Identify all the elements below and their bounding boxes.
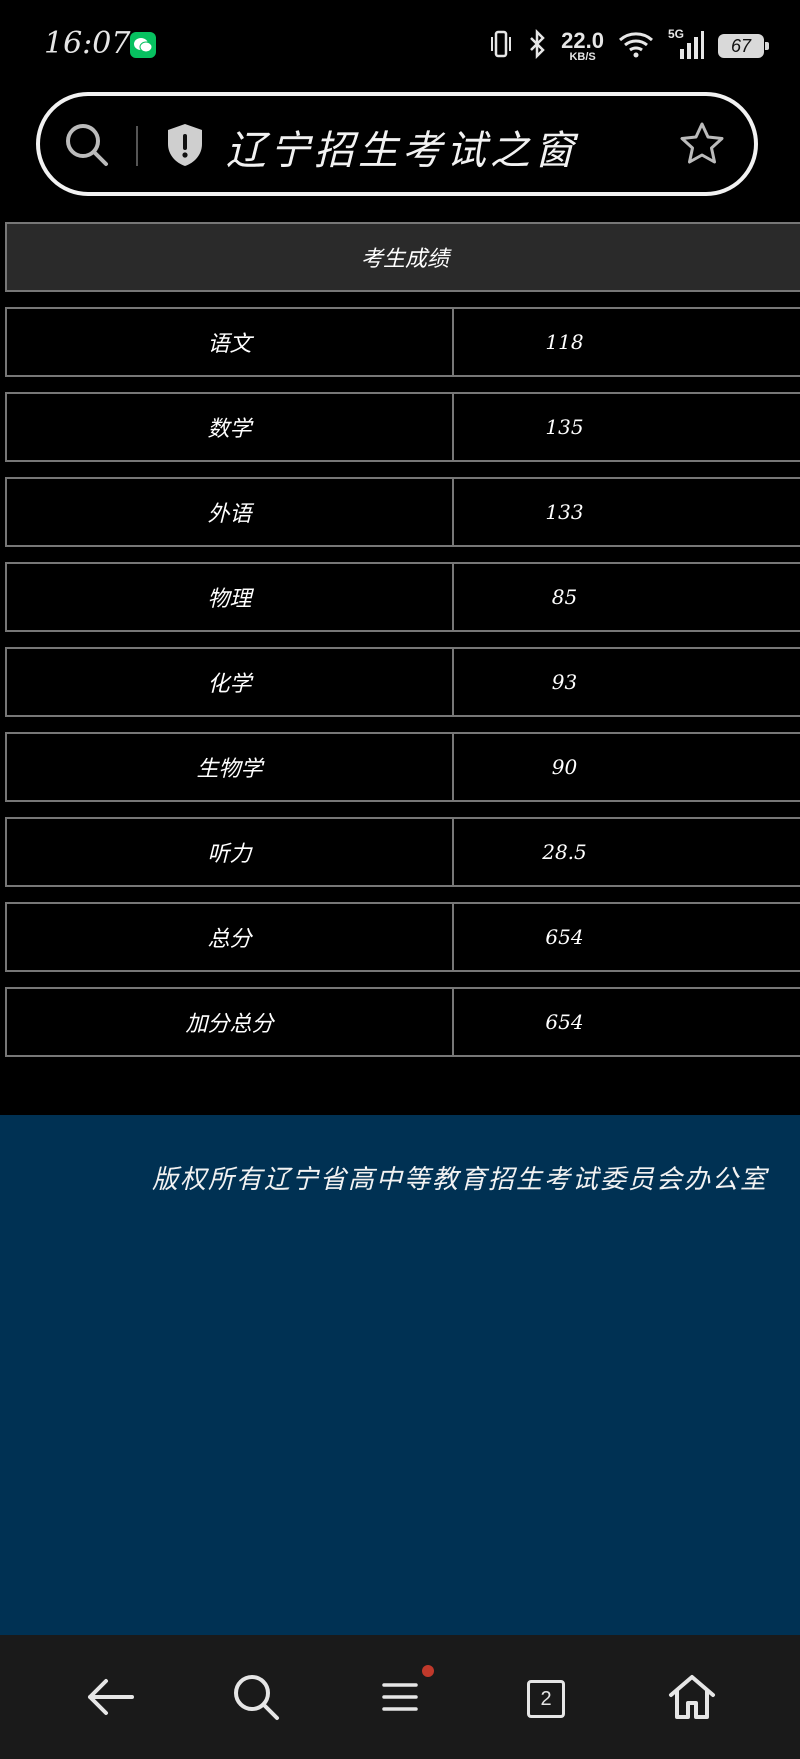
wechat-notification-icon xyxy=(130,32,156,58)
divider xyxy=(136,126,138,166)
search-icon[interactable] xyxy=(64,122,110,172)
address-bar[interactable]: 辽宁招生考试之窗 xyxy=(36,92,758,196)
network-speed: 22.0 KB/S xyxy=(561,27,604,63)
score-cell: 90 xyxy=(551,755,578,779)
table-row: 外语 133 xyxy=(5,477,800,547)
subject-cell: 物理 xyxy=(7,564,454,630)
subject-cell: 外语 xyxy=(7,479,454,545)
tabs-count: 2 xyxy=(527,1680,565,1718)
subject-cell: 加分总分 xyxy=(7,989,454,1055)
table-row: 生物学 90 xyxy=(5,732,800,802)
search-icon xyxy=(231,1672,281,1726)
subject-cell: 总分 xyxy=(7,904,454,970)
subject-cell: 化学 xyxy=(7,649,454,715)
battery-indicator: 67 xyxy=(718,34,769,58)
score-cell: 654 xyxy=(545,1010,584,1034)
wifi-icon xyxy=(618,30,654,62)
back-button[interactable] xyxy=(84,1673,136,1725)
table-row: 加分总分 654 xyxy=(5,987,800,1057)
table-row: 数学 135 xyxy=(5,392,800,462)
search-button[interactable] xyxy=(230,1673,282,1725)
bluetooth-icon xyxy=(527,28,547,63)
home-button[interactable] xyxy=(666,1673,718,1725)
vibrate-icon xyxy=(489,29,513,63)
table-row: 语文 118 xyxy=(5,307,800,377)
subject-cell: 生物学 xyxy=(7,734,454,800)
shield-warning-icon[interactable] xyxy=(164,122,206,172)
subject-cell: 数学 xyxy=(7,394,454,460)
status-time: 16:07 xyxy=(44,26,131,61)
score-cell: 93 xyxy=(551,670,578,694)
menu-button[interactable] xyxy=(374,1665,434,1725)
bookmark-star-icon[interactable] xyxy=(678,120,726,172)
score-cell: 135 xyxy=(545,415,584,439)
subject-cell: 听力 xyxy=(7,819,454,885)
table-header: 考生成绩 xyxy=(5,222,800,292)
table-row: 总分 654 xyxy=(5,902,800,972)
table-row: 化学 93 xyxy=(5,647,800,717)
score-cell: 118 xyxy=(545,330,584,354)
tabs-button[interactable]: 2 xyxy=(520,1673,572,1725)
score-cell: 654 xyxy=(545,925,584,949)
page-footer: 版权所有辽宁省高中等教育招生考试委员会办公室 xyxy=(0,1115,800,1635)
status-bar: 16:07 22.0 KB/S 5G 67 xyxy=(0,0,800,90)
score-cell: 133 xyxy=(545,500,584,524)
score-cell: 28.5 xyxy=(542,840,587,864)
browser-bottom-nav: 2 xyxy=(0,1635,800,1759)
table-row: 物理 85 xyxy=(5,562,800,632)
menu-icon xyxy=(380,1679,420,1719)
arrow-left-icon xyxy=(84,1675,136,1723)
page-title[interactable]: 辽宁招生考试之窗 xyxy=(226,118,578,176)
table-row: 听力 28.5 xyxy=(5,817,800,887)
notification-dot xyxy=(422,1665,434,1677)
score-cell: 85 xyxy=(551,585,578,609)
copyright-text: 版权所有辽宁省高中等教育招生考试委员会办公室 xyxy=(152,1165,769,1195)
home-icon xyxy=(667,1673,717,1725)
cellular-signal-icon: 5G xyxy=(668,27,704,61)
subject-cell: 语文 xyxy=(7,309,454,375)
